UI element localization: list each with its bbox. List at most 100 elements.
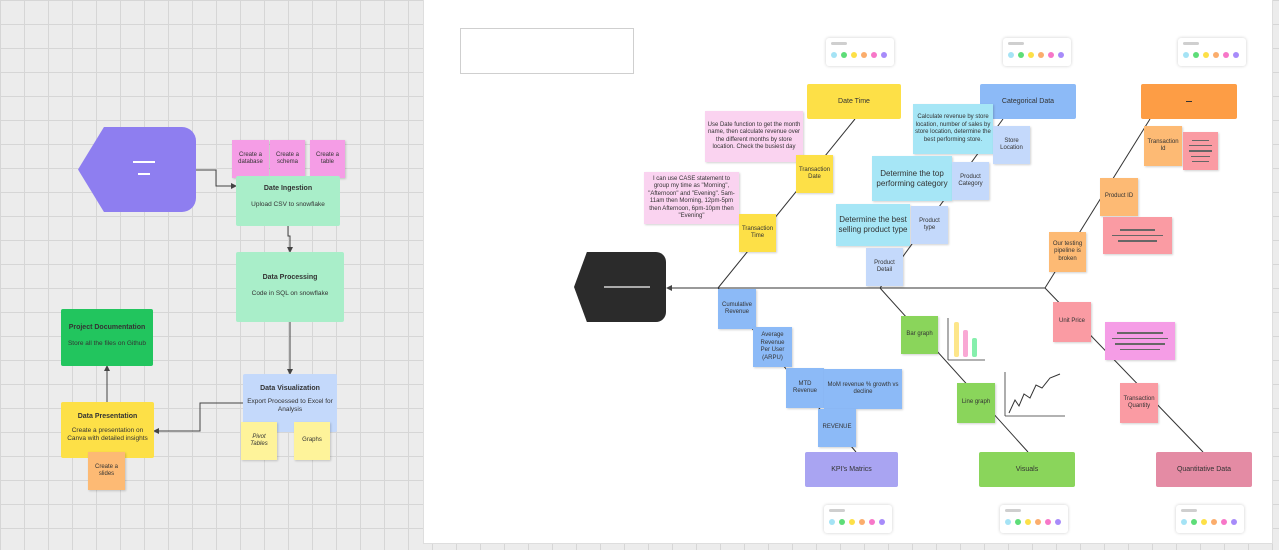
sticky-product-detail[interactable]: Product Detail [866,248,903,286]
sticky-unit-price[interactable]: Unit Price [1053,302,1091,342]
color-swatch[interactable] [831,52,837,58]
color-swatch[interactable] [1231,519,1237,525]
sticky-scribbled-note[interactable] [1183,132,1218,170]
sticky-product-type[interactable]: Product type [911,206,948,244]
scribble-line [1190,155,1211,157]
sticky-cumulative-revenue[interactable]: Cumulative Revenue [718,289,756,329]
color-swatch[interactable] [1038,52,1044,58]
color-swatch[interactable] [1055,519,1061,525]
sticky-arpu[interactable]: Average Revenue Per User (ARPU) [753,327,792,367]
color-swatch[interactable] [1181,519,1187,525]
color-swatch[interactable] [1213,52,1219,58]
data-processing-card[interactable]: Data Processing Code in SQL on snowflake [236,252,344,322]
sticky-pivot-tables[interactable]: Pivot Tables [241,422,277,460]
color-swatch[interactable] [1201,519,1207,525]
hexagon-label-line-short [138,173,150,175]
sticky-bar-graph[interactable]: Bar graph [901,316,938,354]
color-toolbar[interactable] [1003,38,1071,66]
color-swatch[interactable] [871,52,877,58]
color-toolbar[interactable] [826,38,894,66]
processing-desc: Code in SQL on snowflake [251,290,329,297]
data-source-hexagon[interactable] [78,127,196,212]
sticky-transaction-time[interactable]: Transaction Time [739,214,776,252]
scribble-line [1111,234,1164,237]
sticky-transaction-quantity[interactable]: Transaction Quantity [1120,383,1158,423]
color-swatch[interactable] [1018,52,1024,58]
sticky-product-category[interactable]: Product Category [952,162,989,200]
color-swatch[interactable] [1005,519,1011,525]
header-kpi-matrics[interactable]: KPI's Matrics [805,452,898,487]
sticky-revenue[interactable]: REVENUE [818,409,856,447]
color-toolbar[interactable] [824,505,892,533]
header-unnamed-orange[interactable] [1141,84,1237,119]
header-quantitative-data[interactable]: Quantitative Data [1156,452,1252,487]
color-swatch[interactable] [859,519,865,525]
sticky-transaction-date[interactable]: Transaction Date [796,155,833,193]
empty-text-box[interactable] [460,28,634,74]
header-visuals[interactable]: Visuals [979,452,1075,487]
color-swatch[interactable] [1211,519,1217,525]
sticky-scribbled-note[interactable] [1105,322,1175,360]
color-swatch[interactable] [1025,519,1031,525]
scribble-line [1112,337,1168,339]
sticky-create-database[interactable]: Create a database [232,140,269,178]
color-swatch[interactable] [1203,52,1209,58]
sticky-transaction-id[interactable]: Transaction Id [1144,126,1182,166]
sticky-case-statement[interactable]: I can use CASE statement to group my tim… [644,172,739,224]
color-swatch[interactable] [1223,52,1229,58]
sticky-date-function[interactable]: Use Date function to get the month name,… [705,111,803,162]
color-swatch[interactable] [1048,52,1054,58]
sticky-store-location[interactable]: Store Location [993,126,1030,164]
sticky-create-slides[interactable]: Create a slides [88,452,125,490]
color-swatch[interactable] [1045,519,1051,525]
color-toolbar[interactable] [1178,38,1246,66]
scribble-line [1192,140,1209,142]
scribble-line [1120,229,1155,231]
color-swatch[interactable] [849,519,855,525]
color-swatch[interactable] [1221,519,1227,525]
project-documentation-card[interactable]: Project Documentation Store all the file… [61,309,153,366]
header-categorical-data[interactable]: Categorical Data [980,84,1076,119]
presentation-title: Data Presentation [77,413,138,420]
sticky-calc-revenue[interactable]: Calculate revenue by store location, num… [913,104,993,154]
color-swatch[interactable] [1191,519,1197,525]
sticky-graphs[interactable]: Graphs [294,422,330,460]
scribble-line [1191,160,1210,163]
visualization-title: Data Visualization [260,385,320,392]
data-ingestion-card[interactable]: Date Ingestion Upload CSV to snowflake [236,176,340,226]
sticky-create-schema[interactable]: Create a schema [270,140,305,178]
color-swatch[interactable] [881,52,887,58]
header-date-time[interactable]: Date Time [807,84,901,119]
color-toolbar[interactable] [1000,505,1068,533]
sticky-mom-growth[interactable]: MoM revenue % growth vs decline [824,369,902,409]
color-toolbar[interactable] [1176,505,1244,533]
color-swatch[interactable] [1183,52,1189,58]
color-swatch[interactable] [1035,519,1041,525]
color-swatch[interactable] [841,52,847,58]
ingestion-title: Date Ingestion [263,185,313,192]
header-placeholder-line [1186,100,1192,103]
color-swatch[interactable] [1058,52,1064,58]
color-swatch[interactable] [1015,519,1021,525]
color-swatch[interactable] [1008,52,1014,58]
color-swatch[interactable] [1028,52,1034,58]
color-swatch[interactable] [839,519,845,525]
sticky-line-graph[interactable]: Line graph [957,383,995,423]
sticky-create-table[interactable]: Create a table [310,140,345,178]
sticky-mtd-revenue[interactable]: MTD Revenue [786,368,824,408]
sticky-scribbled-note[interactable] [1103,217,1172,254]
color-swatch[interactable] [851,52,857,58]
color-swatch[interactable] [1233,52,1239,58]
data-presentation-card[interactable]: Data Presentation Create a presentation … [61,402,154,458]
color-swatch[interactable] [1193,52,1199,58]
sticky-top-category[interactable]: Determine the top performing category [872,156,952,201]
color-swatch[interactable] [829,519,835,525]
sticky-best-product-type[interactable]: Determine the best selling product type [836,204,910,246]
color-swatch[interactable] [879,519,885,525]
problem-head-shape[interactable] [574,252,666,322]
sticky-product-id[interactable]: Product ID [1100,178,1138,216]
documentation-title: Project Documentation [68,324,146,331]
sticky-pipeline-broken[interactable]: Our testing pipeline is broken [1049,232,1086,272]
color-swatch[interactable] [869,519,875,525]
color-swatch[interactable] [861,52,867,58]
